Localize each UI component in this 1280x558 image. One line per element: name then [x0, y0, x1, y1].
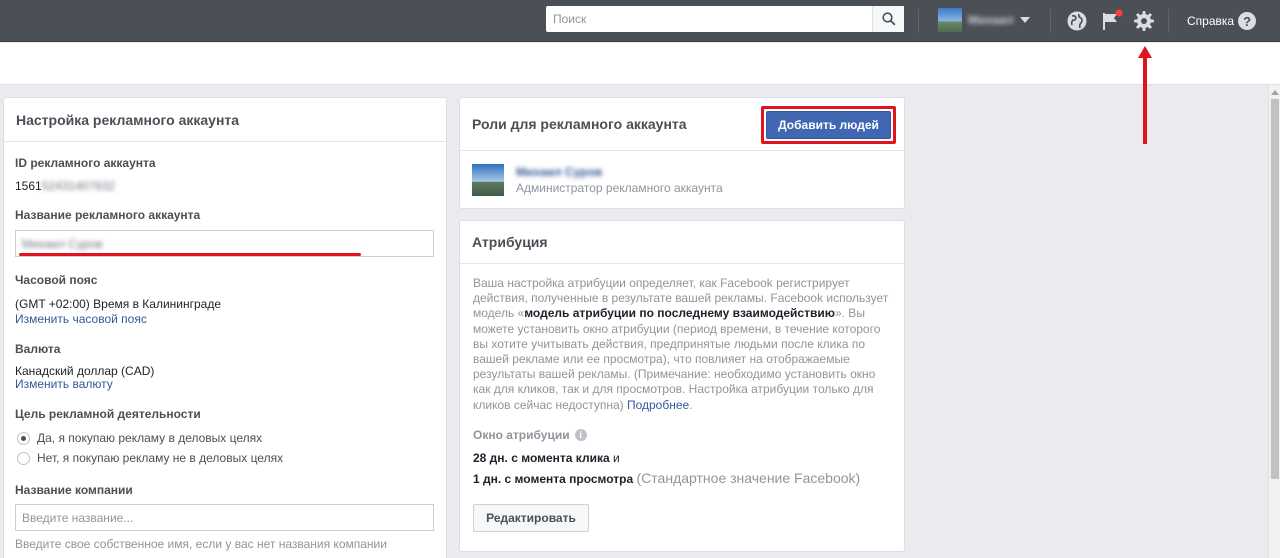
flag-icon	[1103, 9, 1123, 30]
account-id-visible: 1561	[15, 179, 42, 193]
page-header-bar	[0, 43, 1280, 85]
topbar-separator	[918, 9, 919, 33]
purpose-option-business[interactable]: Да, я покупаю рекламу в деловых целях	[17, 431, 262, 445]
help-link[interactable]: Справка ?	[1187, 12, 1257, 30]
topbar-separator	[1168, 9, 1169, 33]
avatar	[472, 164, 504, 196]
profile-name: Михаил	[968, 13, 1014, 27]
timezone-value: (GMT +02:00) Время в Калининграде	[15, 297, 222, 311]
attribution-title: Атрибуция	[460, 221, 904, 264]
timezone-label: Часовой пояс	[15, 273, 98, 287]
attribution-window-label: Окно атрибуции i	[473, 428, 587, 442]
purpose-label: Цель рекламной деятельности	[15, 407, 201, 421]
purpose-option-label: Нет, я покупаю рекламу не в деловых целя…	[37, 451, 284, 465]
topbar-separator	[1050, 9, 1051, 33]
annotation-box: Добавить людей	[761, 106, 896, 144]
info-icon[interactable]: i	[574, 429, 587, 441]
radio-button[interactable]	[17, 431, 30, 445]
globe-icon	[1067, 11, 1087, 31]
globe-button[interactable]	[1065, 9, 1089, 33]
account-settings-title: Настройка рекламного аккаунта	[4, 98, 446, 142]
add-people-button[interactable]: Добавить людей	[766, 111, 891, 139]
question-icon: ?	[1238, 12, 1257, 30]
scrollbar[interactable]	[1268, 85, 1280, 558]
attribution-card: Атрибуция Ваша настройка атрибуции опред…	[459, 220, 905, 552]
click-window-value: 28 дн. с момента клика	[473, 451, 610, 465]
company-label: Название компании	[15, 483, 133, 497]
company-hint: Введите свое собственное имя, если у вас…	[15, 537, 387, 551]
view-window: 1 дн. с момента просмотра (Стандартное з…	[473, 470, 860, 486]
search-button[interactable]	[872, 6, 904, 32]
settings-button[interactable]	[1132, 9, 1156, 33]
profile-menu[interactable]: Михаил	[938, 8, 1030, 32]
default-note: (Стандартное значение Facebook)	[636, 470, 861, 486]
person-name[interactable]: Михаил Суров	[516, 165, 723, 179]
chevron-down-icon	[1019, 17, 1030, 23]
purpose-option-label: Да, я покупаю рекламу в деловых целях	[37, 431, 263, 445]
person-role: Администратор рекламного аккаунта	[516, 181, 723, 195]
and-text: и	[609, 451, 620, 465]
change-timezone-link[interactable]: Изменить часовой пояс	[15, 312, 147, 326]
account-id-blurred: 52431407632	[41, 179, 116, 193]
scroll-up-icon[interactable]	[1271, 90, 1279, 95]
account-name-label: Название рекламного аккаунта	[15, 208, 201, 222]
change-currency-link[interactable]: Изменить валюту	[15, 377, 113, 391]
help-label: Справка	[1187, 14, 1235, 28]
flag-button[interactable]	[1100, 9, 1124, 33]
roles-card: Роли для рекламного аккаунта Добавить лю…	[459, 97, 905, 209]
currency-label: Валюта	[15, 342, 61, 356]
click-window: 28 дн. с момента клика и	[473, 451, 620, 465]
edit-button[interactable]: Редактировать	[473, 504, 589, 532]
search-input[interactable]	[546, 6, 872, 32]
view-window-value: 1 дн. с момента просмотра	[473, 472, 634, 486]
annotation-underline	[19, 253, 361, 256]
account-settings-card: Настройка рекламного аккаунта ID рекламн…	[3, 97, 447, 558]
radio-button[interactable]	[17, 451, 30, 465]
search-icon	[881, 12, 895, 26]
account-id-label: ID рекламного аккаунта	[15, 156, 156, 170]
annotation-arrow	[1138, 46, 1152, 144]
avatar	[938, 8, 962, 32]
attribution-window-text: Окно атрибуции	[473, 428, 570, 442]
learn-more-link[interactable]: Подробнее	[627, 398, 689, 412]
scrollbar-thumb[interactable]	[1271, 99, 1279, 479]
attribution-description: Ваша настройка атрибуции определяет, как…	[473, 276, 893, 413]
account-id-value: 156152431407632	[15, 179, 115, 193]
role-list-item: Михаил Суров Администратор рекламного ак…	[472, 164, 723, 196]
purpose-option-personal[interactable]: Нет, я покупаю рекламу не в деловых целя…	[17, 451, 283, 465]
attribution-model: модель атрибуции по последнему взаимодей…	[524, 306, 835, 321]
currency-value: Канадский доллар (CAD)	[15, 364, 155, 378]
search-box	[546, 6, 904, 32]
attribution-text: .	[689, 397, 693, 412]
attribution-text: ». Вы можете установить окно атрибуции (…	[473, 306, 881, 412]
gear-icon	[1134, 11, 1154, 31]
account-name-value: Михаил Суров	[22, 236, 103, 251]
top-navigation-bar: Михаил Справка ?	[0, 0, 1280, 42]
company-name-input[interactable]	[15, 504, 434, 531]
